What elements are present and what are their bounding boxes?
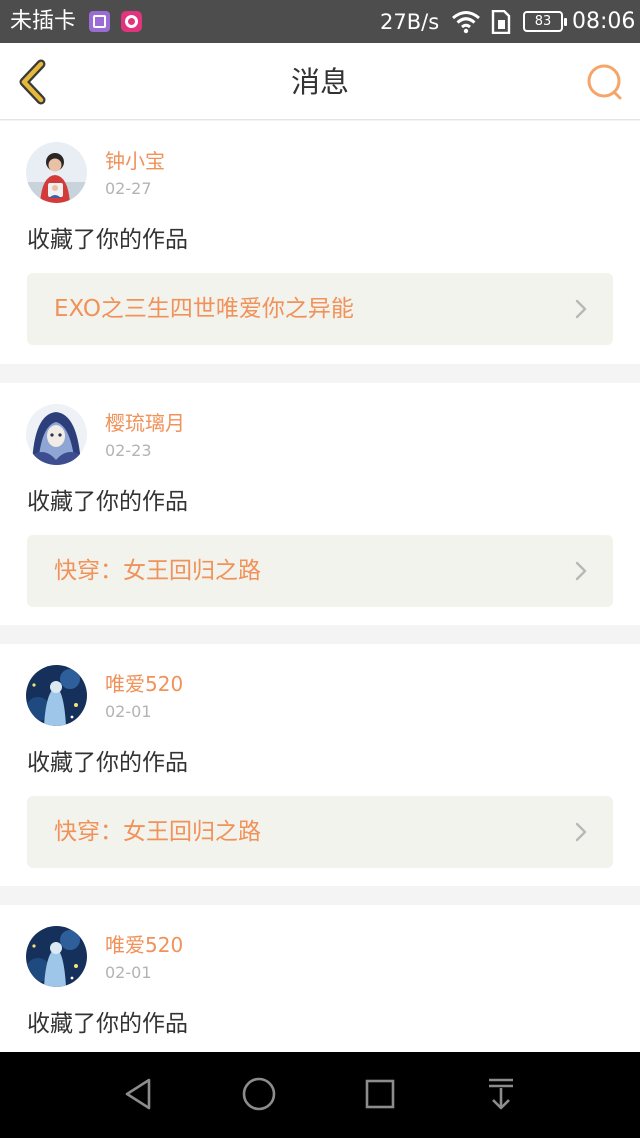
search-icon[interactable]: [584, 61, 626, 103]
camera-app-icon: [121, 11, 142, 32]
message-date: 02-23: [105, 441, 152, 460]
system-nav-bar: [0, 1052, 640, 1138]
message-card: 唯爱520 02-01 收藏了你的作品 快穿：女王回归之路: [0, 644, 640, 886]
sim-icon: [491, 10, 511, 34]
avatar[interactable]: [26, 404, 87, 465]
network-speed: 27B/s: [380, 10, 440, 34]
wifi-icon: [452, 11, 480, 34]
status-bar: 未插卡 27B/s 83 08:06: [0, 0, 640, 43]
gallery-app-icon: [89, 11, 110, 32]
work-link[interactable]: 快穿：女王回归之路: [27, 535, 613, 607]
message-card: 唯爱520 02-01 收藏了你的作品: [0, 905, 640, 1052]
action-text: 收藏了你的作品: [27, 489, 188, 515]
app-header: 消息: [0, 43, 640, 120]
message-date: 02-01: [105, 963, 152, 982]
avatar[interactable]: [26, 142, 87, 203]
recents-square-icon[interactable]: [360, 1074, 400, 1114]
notification-pulldown-icon[interactable]: [481, 1074, 521, 1114]
username[interactable]: 钟小宝: [105, 149, 165, 173]
avatar[interactable]: [26, 926, 87, 987]
clock: 08:06: [572, 9, 636, 34]
work-title: EXO之三生四世唯爱你之异能: [54, 296, 354, 322]
carrier-label: 未插卡: [10, 9, 77, 34]
chevron-right-icon: [575, 822, 587, 842]
back-triangle-icon[interactable]: [119, 1074, 159, 1114]
work-link[interactable]: 快穿：女王回归之路: [27, 796, 613, 868]
avatar[interactable]: [26, 665, 87, 726]
work-title: 快穿：女王回归之路: [54, 819, 261, 845]
action-text: 收藏了你的作品: [27, 227, 188, 253]
message-date: 02-27: [105, 179, 152, 198]
chevron-right-icon: [575, 299, 587, 319]
message-date: 02-01: [105, 702, 152, 721]
username[interactable]: 唯爱520: [105, 933, 183, 957]
work-link[interactable]: EXO之三生四世唯爱你之异能: [27, 273, 613, 345]
battery-icon: 83: [523, 11, 567, 32]
action-text: 收藏了你的作品: [27, 1011, 188, 1037]
page-title: 消息: [290, 65, 349, 99]
message-card: 樱琉璃月 02-23 收藏了你的作品 快穿：女王回归之路: [0, 383, 640, 625]
chevron-right-icon: [575, 561, 587, 581]
username[interactable]: 樱琉璃月: [105, 411, 185, 435]
action-text: 收藏了你的作品: [27, 750, 188, 776]
username[interactable]: 唯爱520: [105, 672, 183, 696]
battery-level: 83: [534, 14, 552, 29]
home-circle-icon[interactable]: [239, 1074, 279, 1114]
message-list[interactable]: 钟小宝 02-27 收藏了你的作品 EXO之三生四世唯爱你之异能 樱琉璃月 02…: [0, 121, 640, 1052]
message-card: 钟小宝 02-27 收藏了你的作品 EXO之三生四世唯爱你之异能: [0, 121, 640, 364]
work-title: 快穿：女王回归之路: [54, 558, 261, 584]
